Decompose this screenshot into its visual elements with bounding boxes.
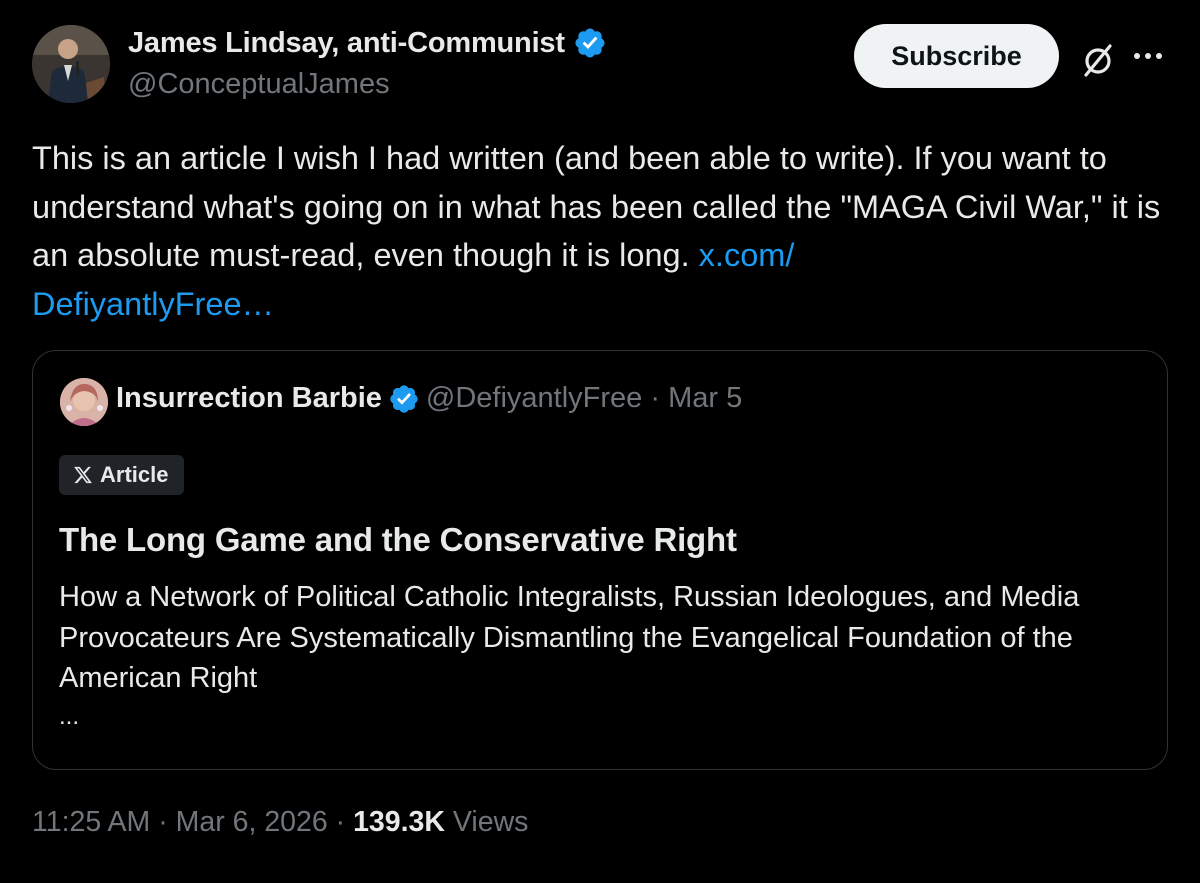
author-avatar[interactable] — [32, 25, 110, 103]
quoted-author-avatar-image — [60, 378, 108, 426]
views-label: Views — [444, 806, 529, 838]
quoted-handle[interactable]: @DefiyantlyFree — [426, 382, 642, 415]
quoted-verified-badge-icon[interactable] — [388, 383, 420, 415]
meta-separator: · — [150, 806, 176, 838]
verified-badge-icon[interactable] — [573, 26, 607, 60]
meta-separator-2: · — [327, 806, 354, 838]
views-count[interactable]: 139.3K — [353, 806, 445, 839]
quoted-separator: · — [642, 382, 669, 414]
article-title[interactable]: The Long Game and the Conservative Right — [59, 521, 737, 559]
more-icon[interactable] — [1128, 38, 1168, 74]
grok-icon[interactable] — [1078, 40, 1118, 80]
article-subtitle: How a Network of Political Catholic Inte… — [59, 581, 1080, 694]
author-display-name[interactable]: James Lindsay, anti-Communist — [128, 27, 565, 60]
quoted-author-row: Insurrection Barbie @DefiyantlyFree · Ma… — [116, 382, 742, 415]
tweet-time[interactable]: 11:25 AM — [32, 806, 150, 839]
article-ellipsis: ... — [59, 703, 80, 730]
tweet-body: This is an article I wish I had written … — [32, 140, 1161, 273]
subscribe-button[interactable]: Subscribe — [854, 24, 1059, 88]
author-handle[interactable]: @ConceptualJames — [128, 68, 390, 101]
tweet: James Lindsay, anti-Communist @Conceptua… — [0, 0, 1200, 883]
quoted-date[interactable]: Mar 5 — [668, 382, 742, 415]
article-badge: Article — [59, 455, 185, 495]
tweet-meta: 11:25 AM · Mar 6, 2026 · 139.3K Views — [32, 806, 528, 839]
tweet-date[interactable]: Mar 6, 2026 — [176, 806, 328, 839]
quoted-author-avatar[interactable] — [60, 378, 108, 426]
author-avatar-image — [32, 25, 110, 103]
quoted-display-name[interactable]: Insurrection Barbie — [116, 382, 382, 415]
tweet-link-part2: DefiyantlyFree… — [32, 285, 275, 322]
quoted-post-card[interactable]: Insurrection Barbie @DefiyantlyFree · Ma… — [32, 350, 1168, 770]
tweet-link-part1: x.com/ — [698, 237, 795, 273]
author-name-row: James Lindsay, anti-Communist — [128, 26, 607, 60]
tweet-text: This is an article I wish I had written … — [32, 134, 1172, 328]
x-logo-icon — [74, 466, 93, 484]
article-badge-label: Article — [100, 462, 169, 487]
